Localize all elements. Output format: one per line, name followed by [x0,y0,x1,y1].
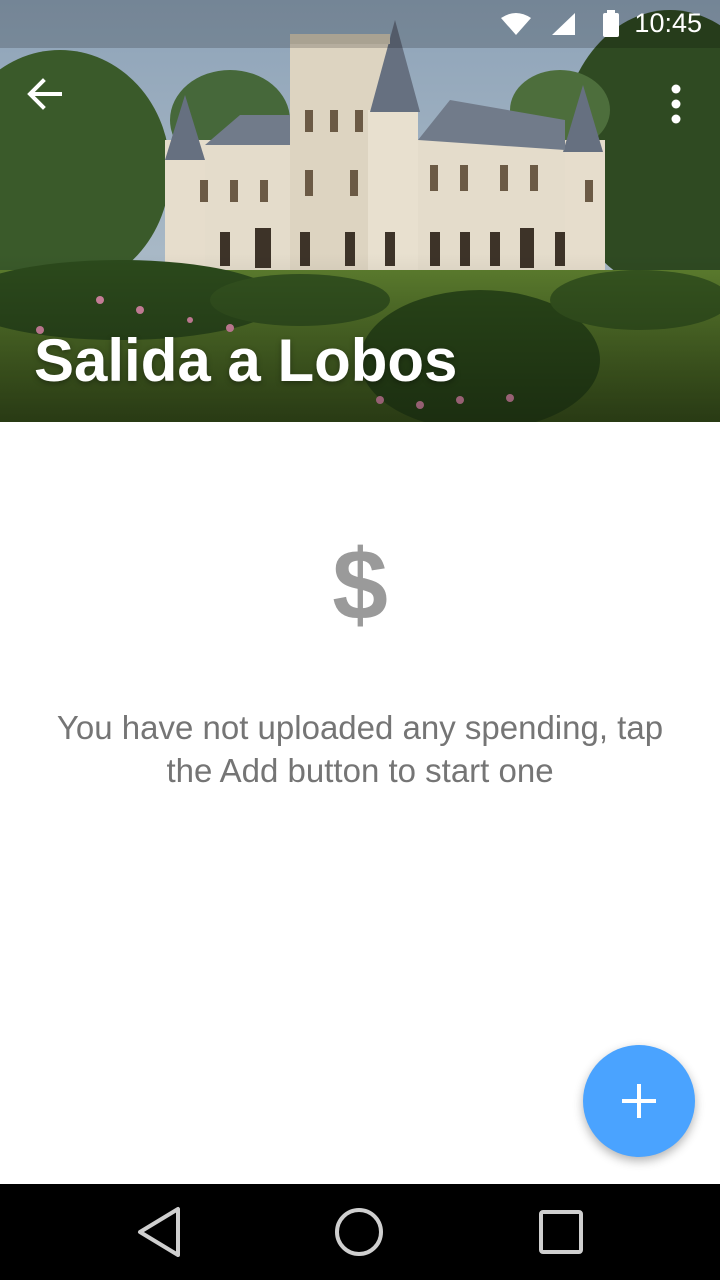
wifi-icon [501,13,531,35]
status-time: 10:45 [634,8,702,38]
empty-state: $ [0,530,720,640]
recents-square-icon [539,1210,583,1254]
status-bar: 10:45 [0,0,720,48]
more-vert-icon [671,84,681,124]
signal-icon [552,13,575,35]
navigation-bar [0,1184,720,1280]
add-button[interactable] [583,1045,695,1157]
battery-icon [603,10,619,37]
dollar-icon: $ [332,529,388,641]
overflow-menu-button[interactable] [652,80,700,128]
arrow-back-icon [27,78,62,110]
nav-home-button[interactable] [329,1202,389,1262]
page-title: Salida a Lobos [34,327,458,394]
header-image: 10:45 Salida a Lobos [0,0,720,422]
back-button[interactable] [20,70,68,118]
nav-recents-button[interactable] [531,1202,591,1262]
add-icon [622,1084,656,1118]
back-triangle-icon [138,1207,180,1257]
empty-state-message: You have not uploaded any spending, tap … [56,709,664,789]
home-circle-icon [335,1208,383,1256]
nav-back-button[interactable] [130,1202,190,1262]
